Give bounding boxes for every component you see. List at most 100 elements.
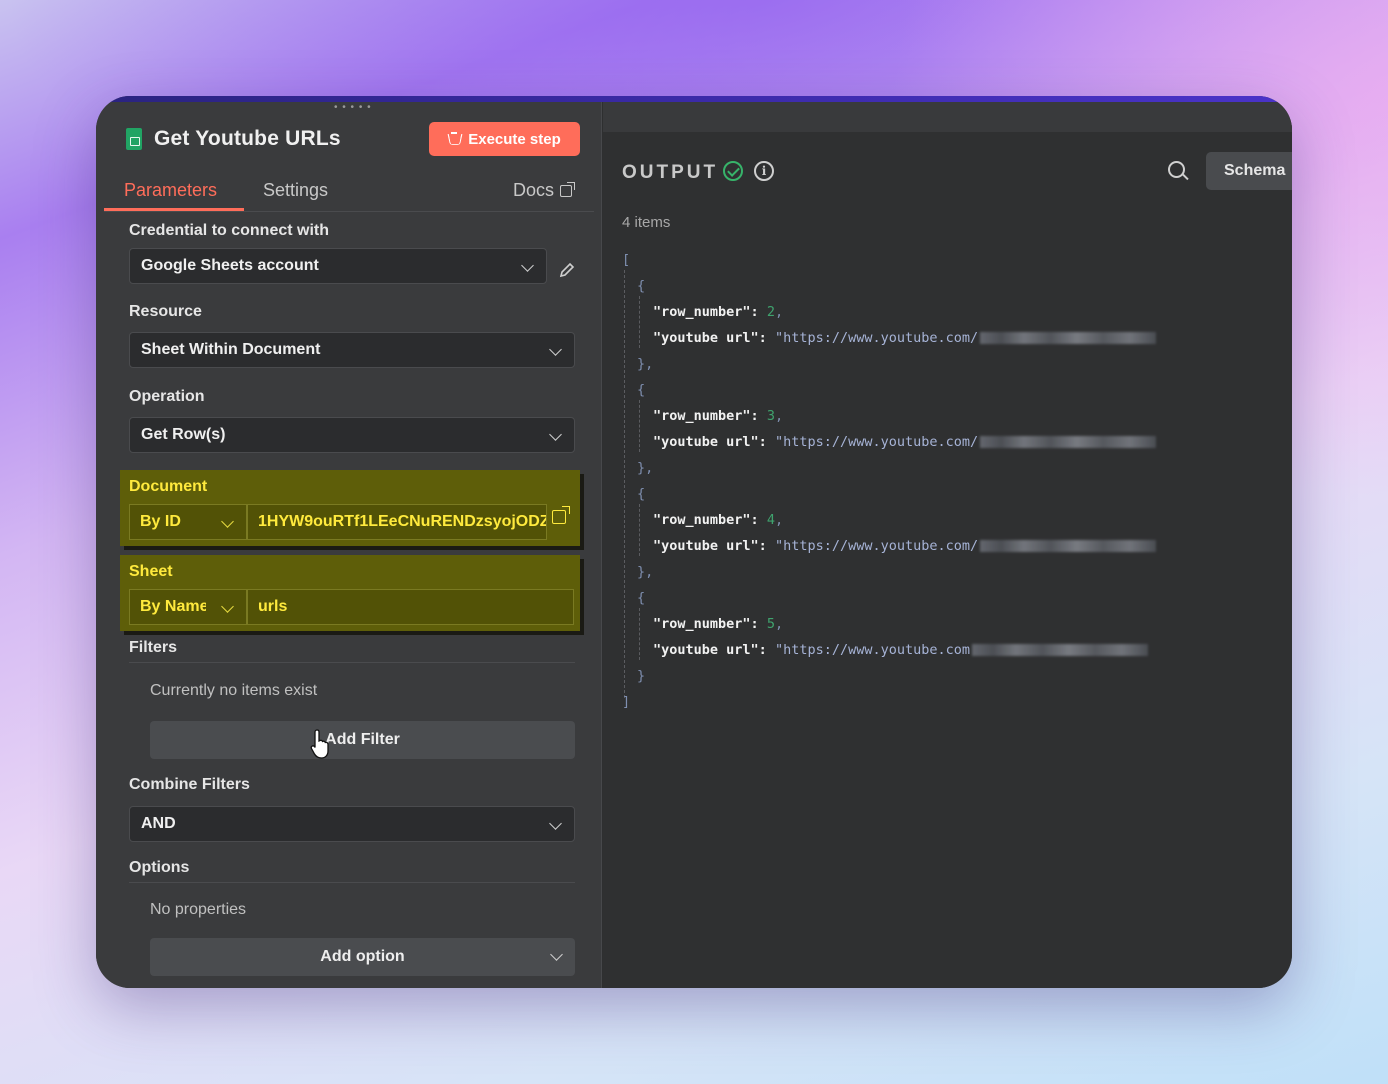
document-mode-value: By ID — [140, 513, 181, 530]
combine-filters-label: Combine Filters — [129, 776, 250, 793]
external-link-icon — [560, 181, 576, 197]
json-key-youtube-url: "youtube url": — [653, 330, 767, 346]
tab-settings[interactable]: Settings — [263, 180, 328, 201]
json-key-row-number: "row_number": — [653, 512, 759, 528]
operation-select[interactable]: Get Row(s) — [129, 417, 575, 453]
open-document-icon[interactable] — [552, 506, 570, 524]
indent-guide — [639, 504, 640, 556]
json-key-youtube-url: "youtube url": — [653, 434, 767, 450]
json-object-open: { — [637, 486, 646, 502]
active-tab-indicator — [104, 208, 244, 211]
json-object-close: }, — [637, 460, 654, 476]
add-filter-button[interactable]: Add Filter — [150, 721, 575, 759]
json-key-row-number: "row_number": — [653, 408, 759, 424]
chevron-down-icon — [550, 948, 563, 961]
chevron-down-icon — [549, 428, 562, 441]
json-object-close: }, — [637, 564, 654, 580]
options-divider — [129, 882, 575, 883]
json-url-line[interactable]: "youtube url": "https://www.youtube.com/ — [653, 434, 1157, 450]
schema-view-button[interactable]: Schema — [1206, 152, 1292, 190]
json-url-line[interactable]: "youtube url": "https://www.youtube.com — [653, 642, 1149, 658]
chevron-down-icon — [549, 343, 562, 356]
json-object-close: }, — [637, 356, 654, 372]
node-header: Get Youtube URLs — [126, 124, 341, 154]
add-option-button[interactable]: Add option — [150, 938, 575, 976]
combine-filters-select[interactable]: AND — [129, 806, 575, 842]
document-id-value: 1HYW9ouRTf1LEeCNuRENDzsyojODZ1Y — [258, 513, 547, 530]
json-key-youtube-url: "youtube url": — [653, 538, 767, 554]
indent-guide — [639, 296, 640, 348]
indent-guide — [624, 270, 625, 698]
json-url-value: "https://www.youtube.com/ — [774, 538, 979, 554]
json-row-number-value: 2 — [766, 304, 775, 320]
json-open-bracket: [ — [622, 252, 631, 268]
add-option-label: Add option — [320, 948, 405, 965]
execute-step-label: Execute step — [468, 130, 561, 148]
docs-link[interactable]: Docs — [513, 180, 576, 201]
json-close-bracket: ] — [622, 694, 631, 710]
combine-filters-value: AND — [141, 815, 176, 832]
filters-empty-text: Currently no items exist — [150, 682, 318, 699]
indent-guide — [639, 400, 640, 452]
json-key-row-number: "row_number": — [653, 616, 759, 632]
resource-value: Sheet Within Document — [141, 341, 321, 358]
json-row-number-line: "row_number": 4, — [653, 512, 784, 528]
sheet-highlight: Sheet By Name urls — [120, 555, 580, 631]
sheet-mode-value: By Name — [140, 598, 206, 615]
node-title[interactable]: Get Youtube URLs — [154, 127, 341, 151]
sheet-label: Sheet — [129, 563, 173, 580]
document-label: Document — [129, 478, 208, 495]
json-object-open: { — [637, 382, 646, 398]
info-icon[interactable]: i — [754, 161, 774, 181]
pencil-icon[interactable] — [558, 261, 576, 279]
json-row-number-line: "row_number": 2, — [653, 304, 784, 320]
document-mode-select[interactable]: By ID — [129, 504, 247, 540]
json-row-number-value: 4 — [766, 512, 775, 528]
json-row-number-line: "row_number": 3, — [653, 408, 784, 424]
sheet-name-value: urls — [258, 598, 288, 615]
resource-select[interactable]: Sheet Within Document — [129, 332, 575, 368]
options-empty-text: No properties — [150, 901, 247, 918]
json-object-open: { — [637, 278, 646, 294]
credential-select[interactable]: Google Sheets account — [129, 248, 547, 284]
json-key-row-number: "row_number": — [653, 304, 759, 320]
google-sheets-icon — [126, 128, 142, 150]
operation-value: Get Row(s) — [141, 426, 226, 443]
chevron-down-icon — [221, 515, 234, 528]
drag-handle-icon[interactable]: • • • • • — [334, 102, 372, 113]
parameters-panel: • • • • • Get Youtube URLs Execute step … — [96, 102, 602, 988]
indent-guide — [639, 608, 640, 660]
tab-parameters[interactable]: Parameters — [124, 180, 217, 201]
chevron-down-icon — [549, 817, 562, 830]
sheet-mode-select[interactable]: By Name — [129, 589, 247, 625]
sheet-name-input[interactable]: urls — [247, 589, 574, 625]
json-row-number-line: "row_number": 5, — [653, 616, 784, 632]
search-icon[interactable] — [1168, 161, 1185, 178]
json-url-line[interactable]: "youtube url": "https://www.youtube.com/ — [653, 330, 1157, 346]
node-editor-window: • • • • • Get Youtube URLs Execute step … — [96, 96, 1292, 988]
json-url-value: "https://www.youtube.com/ — [774, 434, 979, 450]
options-label: Options — [129, 859, 190, 876]
execute-step-button[interactable]: Execute step — [429, 122, 580, 156]
document-highlight: Document By ID 1HYW9ouRTf1LEeCNuRENDzsyo… — [120, 470, 580, 546]
flask-icon — [448, 132, 460, 146]
filters-divider — [129, 662, 575, 663]
output-top-bar — [603, 102, 1292, 132]
output-title: OUTPUT — [622, 162, 719, 183]
credential-value: Google Sheets account — [141, 257, 319, 274]
json-key-youtube-url: "youtube url": — [653, 642, 767, 658]
chevron-down-icon — [521, 259, 534, 272]
docs-link-label: Docs — [513, 180, 555, 200]
json-url-line[interactable]: "youtube url": "https://www.youtube.com/ — [653, 538, 1157, 554]
panel-tabs: Parameters Settings Docs — [104, 172, 594, 212]
redacted-blur — [972, 644, 1149, 656]
json-object-close: } — [637, 668, 646, 684]
redacted-blur — [980, 436, 1157, 448]
chevron-down-icon — [221, 600, 234, 613]
redacted-blur — [980, 332, 1157, 344]
operation-label: Operation — [129, 388, 205, 405]
json-row-number-value: 5 — [766, 616, 775, 632]
document-id-input[interactable]: 1HYW9ouRTf1LEeCNuRENDzsyojODZ1Y — [247, 504, 547, 540]
json-url-value: "https://www.youtube.com/ — [774, 330, 979, 346]
resource-label: Resource — [129, 303, 202, 320]
